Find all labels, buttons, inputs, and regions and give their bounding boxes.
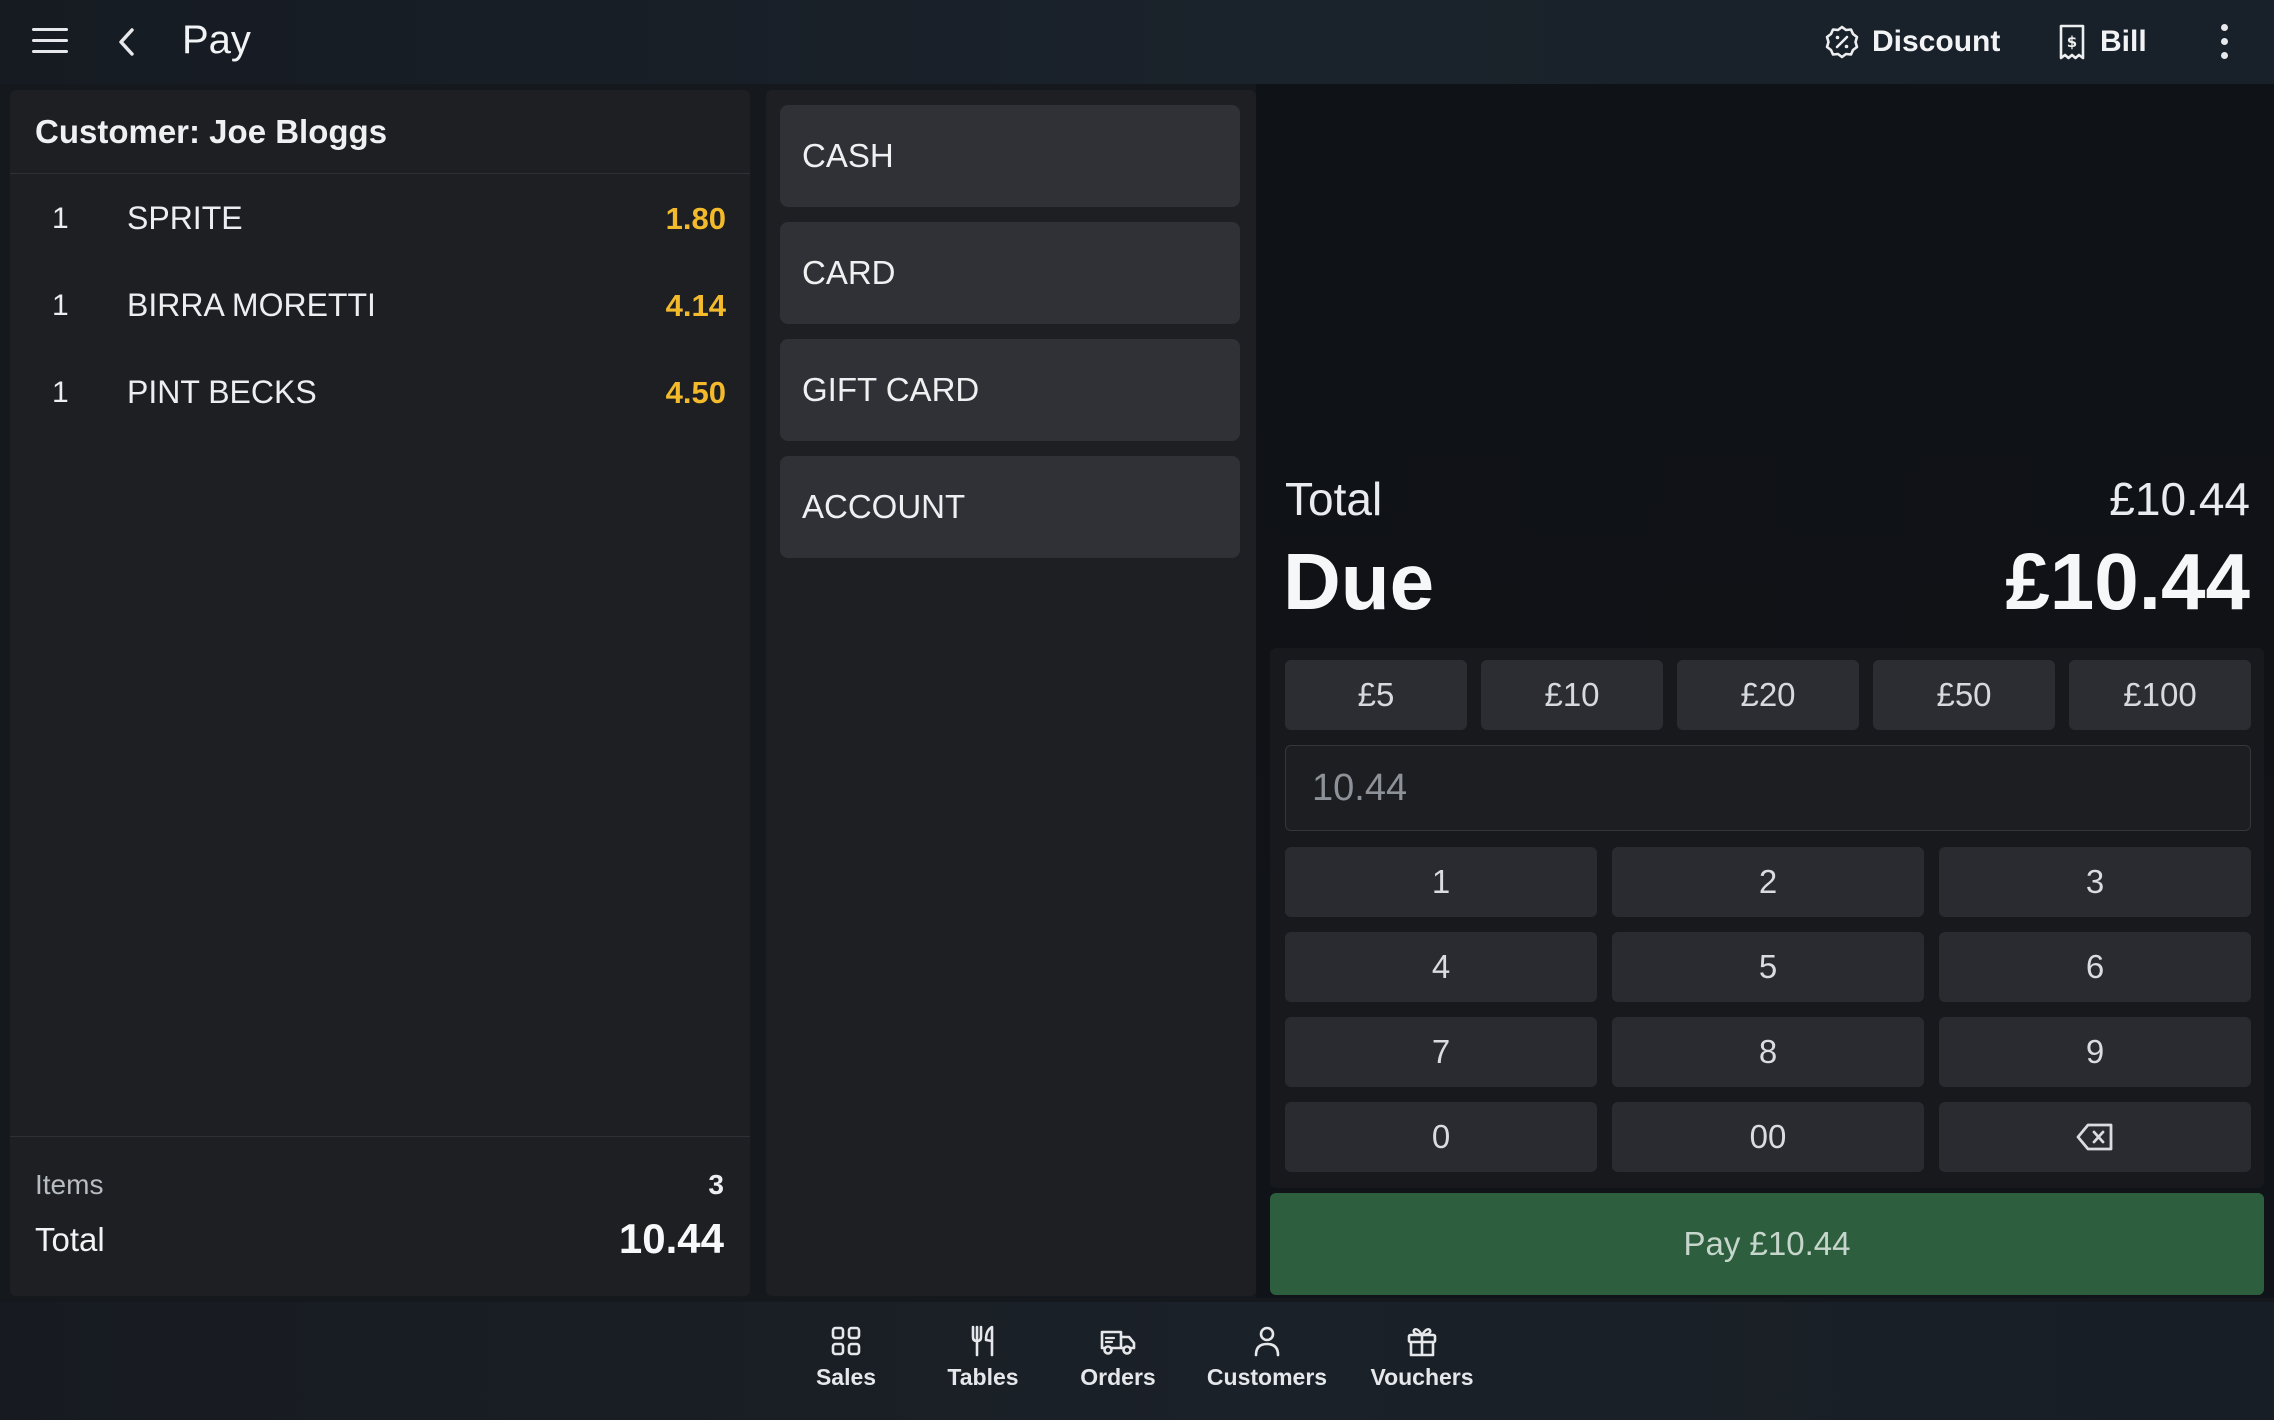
nav-orders[interactable]: Orders: [1073, 1324, 1163, 1404]
nav-vouchers[interactable]: Vouchers: [1366, 1324, 1478, 1404]
amount-input[interactable]: [1285, 745, 2251, 831]
summary-total-value: £10.44: [2109, 473, 2250, 525]
due-value: £10.44: [2005, 537, 2250, 626]
grid-icon: [831, 1326, 861, 1356]
discount-icon: [1825, 25, 1859, 59]
discount-button[interactable]: Discount: [1824, 20, 2000, 64]
account-method-button[interactable]: ACCOUNT: [780, 456, 1240, 558]
kebab-menu-icon[interactable]: [2212, 24, 2236, 64]
order-summary: Items 3 Total 10.44: [10, 1136, 750, 1296]
order-total-value: 10.44: [618, 1215, 724, 1262]
nav-tables[interactable]: Tables: [939, 1324, 1027, 1404]
keypad-3-button[interactable]: 3: [1939, 847, 2251, 917]
backspace-button[interactable]: [1939, 1102, 2251, 1172]
nav-orders-label: Orders: [1080, 1364, 1156, 1390]
receipt-icon: $: [2059, 24, 2085, 60]
item-quantity: 1: [52, 202, 69, 235]
item-price: 4.50: [665, 375, 726, 410]
cutlery-icon: [971, 1325, 994, 1357]
order-item-row[interactable]: 1 BIRRA MORETTI 4.14: [10, 261, 750, 348]
keypad-00-button[interactable]: 00: [1612, 1102, 1924, 1172]
keypad-1-button[interactable]: 1: [1285, 847, 1597, 917]
bottom-nav: Sales Tables Orders Customers Vouchers: [0, 1302, 2274, 1420]
card-method-button[interactable]: CARD: [780, 222, 1240, 324]
summary-total-label: Total: [1285, 473, 1383, 525]
item-price: 4.14: [665, 288, 726, 323]
nav-tables-label: Tables: [947, 1364, 1019, 1390]
nav-vouchers-label: Vouchers: [1370, 1364, 1474, 1390]
discount-label: Discount: [1872, 25, 2001, 58]
order-item-row[interactable]: 1 SPRITE 1.80: [10, 174, 750, 261]
keypad-5-button[interactable]: 5: [1612, 932, 1924, 1002]
keypad-0-button[interactable]: 0: [1285, 1102, 1597, 1172]
gift-card-method-button[interactable]: GIFT CARD: [780, 339, 1240, 441]
items-count-label: Items: [35, 1169, 104, 1200]
item-name: BIRRA MORETTI: [127, 287, 376, 323]
delivery-truck-icon: [1100, 1330, 1136, 1355]
item-name: PINT BECKS: [127, 374, 317, 410]
nav-customers-label: Customers: [1206, 1364, 1328, 1390]
quick-amount-20-button[interactable]: £20: [1677, 660, 1859, 730]
svg-text:$: $: [2067, 33, 2077, 51]
bill-button[interactable]: $ Bill: [2056, 20, 2147, 64]
keypad-2-button[interactable]: 2: [1612, 847, 1924, 917]
keypad-8-button[interactable]: 8: [1612, 1017, 1924, 1087]
customer-name[interactable]: Customer: Joe Bloggs: [10, 90, 750, 174]
order-item-row[interactable]: 1 PINT BECKS 4.50: [10, 348, 750, 435]
item-price: 1.80: [665, 201, 726, 236]
keypad-4-button[interactable]: 4: [1285, 932, 1597, 1002]
item-quantity: 1: [52, 289, 69, 322]
bill-label: Bill: [2100, 25, 2147, 58]
hamburger-menu-icon[interactable]: [32, 28, 68, 56]
payment-methods-panel: CASH CARD GIFT CARD ACCOUNT: [766, 90, 1256, 1296]
quick-amount-10-button[interactable]: £10: [1481, 660, 1663, 730]
due-label: Due: [1283, 537, 1435, 626]
cash-method-button[interactable]: CASH: [780, 105, 1240, 207]
nav-customers[interactable]: Customers: [1202, 1324, 1332, 1404]
keypad-7-button[interactable]: 7: [1285, 1017, 1597, 1087]
quick-amount-50-button[interactable]: £50: [1873, 660, 2055, 730]
pay-button[interactable]: Pay £10.44: [1270, 1193, 2264, 1295]
person-icon: [1254, 1326, 1280, 1357]
nav-sales-label: Sales: [815, 1364, 877, 1390]
keypad-6-button[interactable]: 6: [1939, 932, 2251, 1002]
quick-amount-100-button[interactable]: £100: [2069, 660, 2251, 730]
order-panel: Customer: Joe Bloggs 1 SPRITE 1.80 1 BIR…: [10, 90, 750, 1296]
keypad-9-button[interactable]: 9: [1939, 1017, 2251, 1087]
nav-sales[interactable]: Sales: [806, 1324, 886, 1404]
quick-amount-5-button[interactable]: £5: [1285, 660, 1467, 730]
gift-icon: [1407, 1327, 1437, 1357]
items-count-value: 3: [708, 1169, 724, 1200]
backspace-icon: [2076, 1123, 2113, 1151]
item-name: SPRITE: [127, 200, 243, 236]
top-bar: Pay Discount $ Bill: [0, 0, 2274, 84]
page-title: Pay: [182, 18, 251, 62]
item-quantity: 1: [52, 376, 69, 409]
order-total-label: Total: [35, 1221, 105, 1258]
back-chevron-icon[interactable]: [112, 24, 144, 60]
